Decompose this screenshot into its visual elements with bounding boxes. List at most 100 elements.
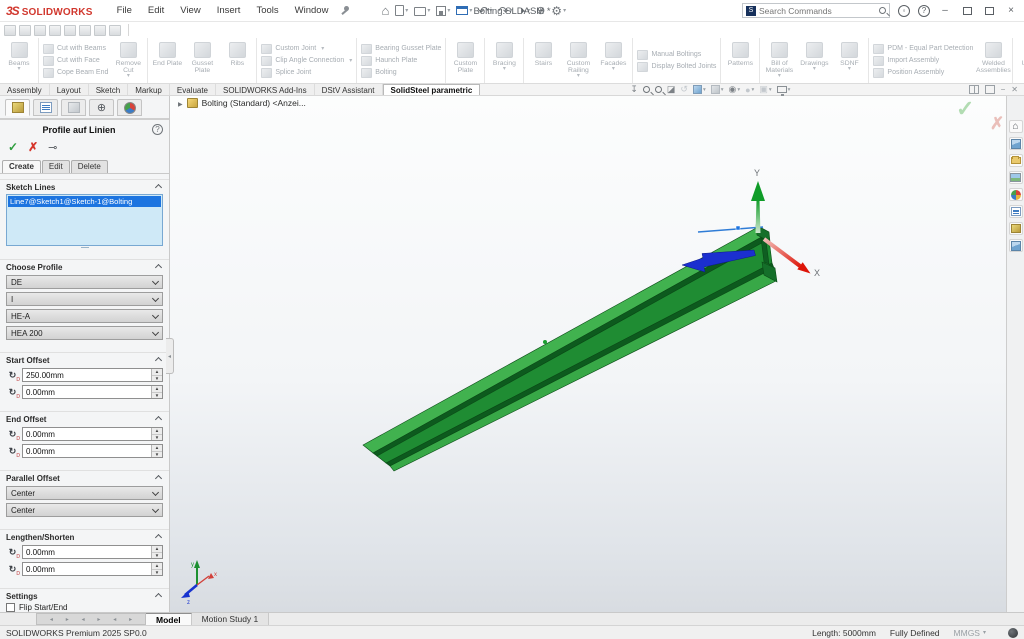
stairs-button[interactable]: Stairs xyxy=(526,40,560,81)
spinner-arrows[interactable] xyxy=(151,369,162,381)
spinner-arrows[interactable] xyxy=(151,386,162,398)
pm-help-icon[interactable]: ? xyxy=(152,124,163,135)
tab-configuration-manager[interactable] xyxy=(61,99,86,116)
collapse-chevron-icon[interactable] xyxy=(155,184,162,191)
lengthen-1-input[interactable] xyxy=(23,546,151,558)
spinner-arrows[interactable] xyxy=(151,546,162,558)
attachments-icon[interactable] xyxy=(536,4,545,17)
zoom-in-out-icon[interactable] xyxy=(655,86,662,93)
search-commands-box[interactable]: S xyxy=(742,3,890,18)
profile-size-dropdown[interactable]: HEA 200 xyxy=(6,326,163,340)
parallel-offset-1-dropdown[interactable]: Center xyxy=(6,486,163,500)
maximize-button[interactable] xyxy=(960,5,974,17)
assembly-toolbar-icon[interactable] xyxy=(19,25,31,36)
menu-insert[interactable]: Insert xyxy=(209,2,249,19)
design-library-icon[interactable] xyxy=(1009,154,1023,167)
pdm-equal-part-detection-button[interactable]: PDM - Equal Part Detection xyxy=(873,44,973,54)
options-gear-icon[interactable] xyxy=(551,4,566,18)
spinner-arrows[interactable] xyxy=(151,445,162,457)
assembly-toolbar-icon[interactable] xyxy=(34,25,46,36)
beams-button[interactable]: Beams▾ xyxy=(2,40,36,81)
sketch-line-item[interactable]: Line7@Sketch1@Sketch-1@Bolting xyxy=(8,196,161,207)
end-offset-1-stepper[interactable] xyxy=(22,427,163,441)
spinner-arrows[interactable] xyxy=(151,563,162,575)
appearances-scenes-icon[interactable] xyxy=(1009,205,1023,218)
zoom-fit-icon[interactable]: ↧ xyxy=(630,84,638,95)
assembly-toolbar-icon[interactable] xyxy=(64,25,76,36)
ribs-button[interactable]: Ribs xyxy=(220,40,254,81)
panel-splitter-handle[interactable]: ◂ xyxy=(166,338,174,374)
tab-motion-study[interactable]: Motion Study 1 xyxy=(192,613,270,625)
collapse-chevron-icon[interactable] xyxy=(155,264,162,271)
tab-assembly[interactable]: Assembly xyxy=(0,84,50,95)
mode-tab-edit[interactable]: Edit xyxy=(42,160,70,173)
minimize-button[interactable]: – xyxy=(938,5,952,17)
cut-with-face-button[interactable]: Cut with Face xyxy=(43,56,108,66)
help-icon[interactable]: ? xyxy=(918,5,930,17)
custom-joint-button[interactable]: Custom Joint xyxy=(261,44,352,54)
zoom-area-icon[interactable] xyxy=(643,86,650,93)
drawings-button[interactable]: Drawings▾ xyxy=(797,40,831,81)
custom-railing-button[interactable]: Custom Railing▾ xyxy=(561,40,595,81)
parallel-offset-2-dropdown[interactable]: Center xyxy=(6,503,163,517)
mode-tab-delete[interactable]: Delete xyxy=(71,160,108,173)
solidsteel-panel-icon[interactable] xyxy=(1009,239,1023,252)
import-assembly-button[interactable]: Import Assembly xyxy=(873,56,973,66)
ok-button[interactable]: ✓ xyxy=(8,140,18,154)
start-offset-2-input[interactable] xyxy=(23,386,151,398)
patterns-button[interactable]: Patterns xyxy=(723,40,757,81)
flip-start-end-checkbox[interactable] xyxy=(6,603,15,612)
profile-series-dropdown[interactable]: HE-A xyxy=(6,309,163,323)
tab-sketch[interactable]: Sketch xyxy=(89,84,128,95)
lengthen-1-stepper[interactable] xyxy=(22,545,163,559)
view-palette-icon[interactable] xyxy=(1009,188,1023,201)
position-assembly-button[interactable]: Position Assembly xyxy=(873,68,973,78)
midpoint-marker[interactable] xyxy=(543,340,547,344)
tab-solidworks-add-ins[interactable]: SOLIDWORKS Add-Ins xyxy=(216,84,315,95)
splice-joint-button[interactable]: Splice Joint xyxy=(261,68,352,78)
close-button[interactable]: × xyxy=(1004,5,1018,17)
manual-boltings-button[interactable]: Manual Boltings xyxy=(637,50,716,60)
select-icon[interactable] xyxy=(519,5,531,16)
collapse-chevron-icon[interactable] xyxy=(155,593,162,600)
remove-cut-button[interactable]: Remove Cut▾ xyxy=(111,40,145,81)
haunch-plate-button[interactable]: Haunch Plate xyxy=(361,56,441,66)
tab-property-manager[interactable] xyxy=(5,99,30,116)
lengthen-2-stepper[interactable] xyxy=(22,562,163,576)
menu-file[interactable]: File xyxy=(109,2,140,19)
cut-with-beams-button[interactable]: Cut with Beams xyxy=(43,44,108,54)
assembly-toolbar-icon[interactable] xyxy=(4,25,16,36)
collapse-chevron-icon[interactable] xyxy=(155,357,162,364)
collapse-chevron-icon[interactable] xyxy=(155,534,162,541)
tab-display-manager[interactable] xyxy=(117,99,142,116)
previous-view-icon[interactable]: ↺ xyxy=(680,84,688,95)
pane-display-icon[interactable] xyxy=(985,85,995,94)
tab-solidsteel-parametric[interactable]: SolidSteel parametric xyxy=(383,84,481,95)
redo-icon[interactable] xyxy=(498,4,512,18)
tab-dimxpert[interactable] xyxy=(89,99,114,116)
solidworks-resources-icon[interactable] xyxy=(1009,137,1023,150)
pane-minimize-icon[interactable]: − xyxy=(1001,85,1006,94)
profile-type-dropdown[interactable]: I xyxy=(6,292,163,306)
custom-properties-icon[interactable] xyxy=(1009,222,1023,235)
end-offset-2-stepper[interactable] xyxy=(22,444,163,458)
display-bolted-joints-button[interactable]: Display Bolted Joints xyxy=(637,62,716,72)
tab-evaluate[interactable]: Evaluate xyxy=(170,84,216,95)
view-settings-icon[interactable] xyxy=(777,86,791,93)
profile-standard-dropdown[interactable]: DE xyxy=(6,275,163,289)
mode-tab-create[interactable]: Create xyxy=(2,160,41,173)
edit-appearance-icon[interactable]: ● xyxy=(745,85,754,95)
graphics-viewport[interactable]: Bolting (Standard) <Anzei... ✓ ✗ xyxy=(170,96,1006,612)
gusset-plate-button[interactable]: Gusset Plate xyxy=(185,40,219,81)
login-user-icon[interactable]: ◦ xyxy=(898,5,910,17)
menu-window[interactable]: Window xyxy=(287,2,337,19)
collapse-chevron-icon[interactable] xyxy=(155,416,162,423)
file-explorer-icon[interactable] xyxy=(1009,171,1023,184)
bracing-button[interactable]: Bracing▾ xyxy=(487,40,521,81)
apply-scene-icon[interactable]: ▣ xyxy=(759,84,771,95)
new-document-icon[interactable] xyxy=(395,5,408,16)
axis-y-arrow[interactable]: Y xyxy=(751,168,765,233)
tab-markup[interactable]: Markup xyxy=(128,84,170,95)
end-offset-2-input[interactable] xyxy=(23,445,151,457)
sheet-tab-scroll[interactable]: ◂▸◂▸◂▸ xyxy=(36,613,146,625)
